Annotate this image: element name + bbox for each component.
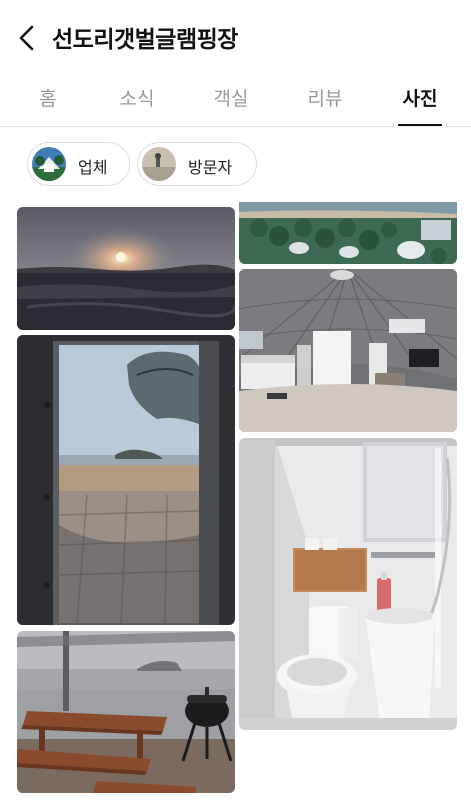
photo-door-sea-view[interactable]	[17, 335, 235, 625]
photo-dome-interior[interactable]	[239, 269, 457, 432]
photo-aerial-glamping-site[interactable]	[239, 202, 457, 264]
photo-bathroom[interactable]	[239, 438, 457, 730]
chip-business-label: 업체	[78, 158, 108, 177]
chip-visitors[interactable]: 방문자	[137, 142, 257, 186]
photo-picnic-table-grill[interactable]	[17, 631, 235, 793]
back-arrow-icon[interactable]	[12, 22, 44, 54]
photo-gallery	[0, 202, 471, 807]
page-title: 선도리갯벌글램핑장	[52, 27, 238, 53]
photo-filter-chips: 업체 방문자	[0, 128, 471, 202]
active-tab-indicator	[398, 124, 442, 126]
app-header: 선도리갯벌글램핑장	[0, 0, 471, 76]
chip-visitors-label: 방문자	[188, 158, 233, 177]
tab-reviews[interactable]: 리뷰	[300, 84, 350, 127]
tab-home[interactable]: 홈	[24, 84, 72, 127]
tab-news[interactable]: 소식	[112, 84, 162, 127]
photo-sunset-mudflat[interactable]	[17, 207, 235, 330]
tab-bar: 홈 소식 객실 리뷰 사진	[0, 76, 471, 127]
business-thumbnail	[32, 147, 66, 181]
tab-photos[interactable]: 사진	[395, 84, 445, 127]
tab-rooms[interactable]: 객실	[206, 84, 256, 127]
visitor-thumbnail	[142, 147, 176, 181]
chip-business[interactable]: 업체	[27, 142, 130, 186]
